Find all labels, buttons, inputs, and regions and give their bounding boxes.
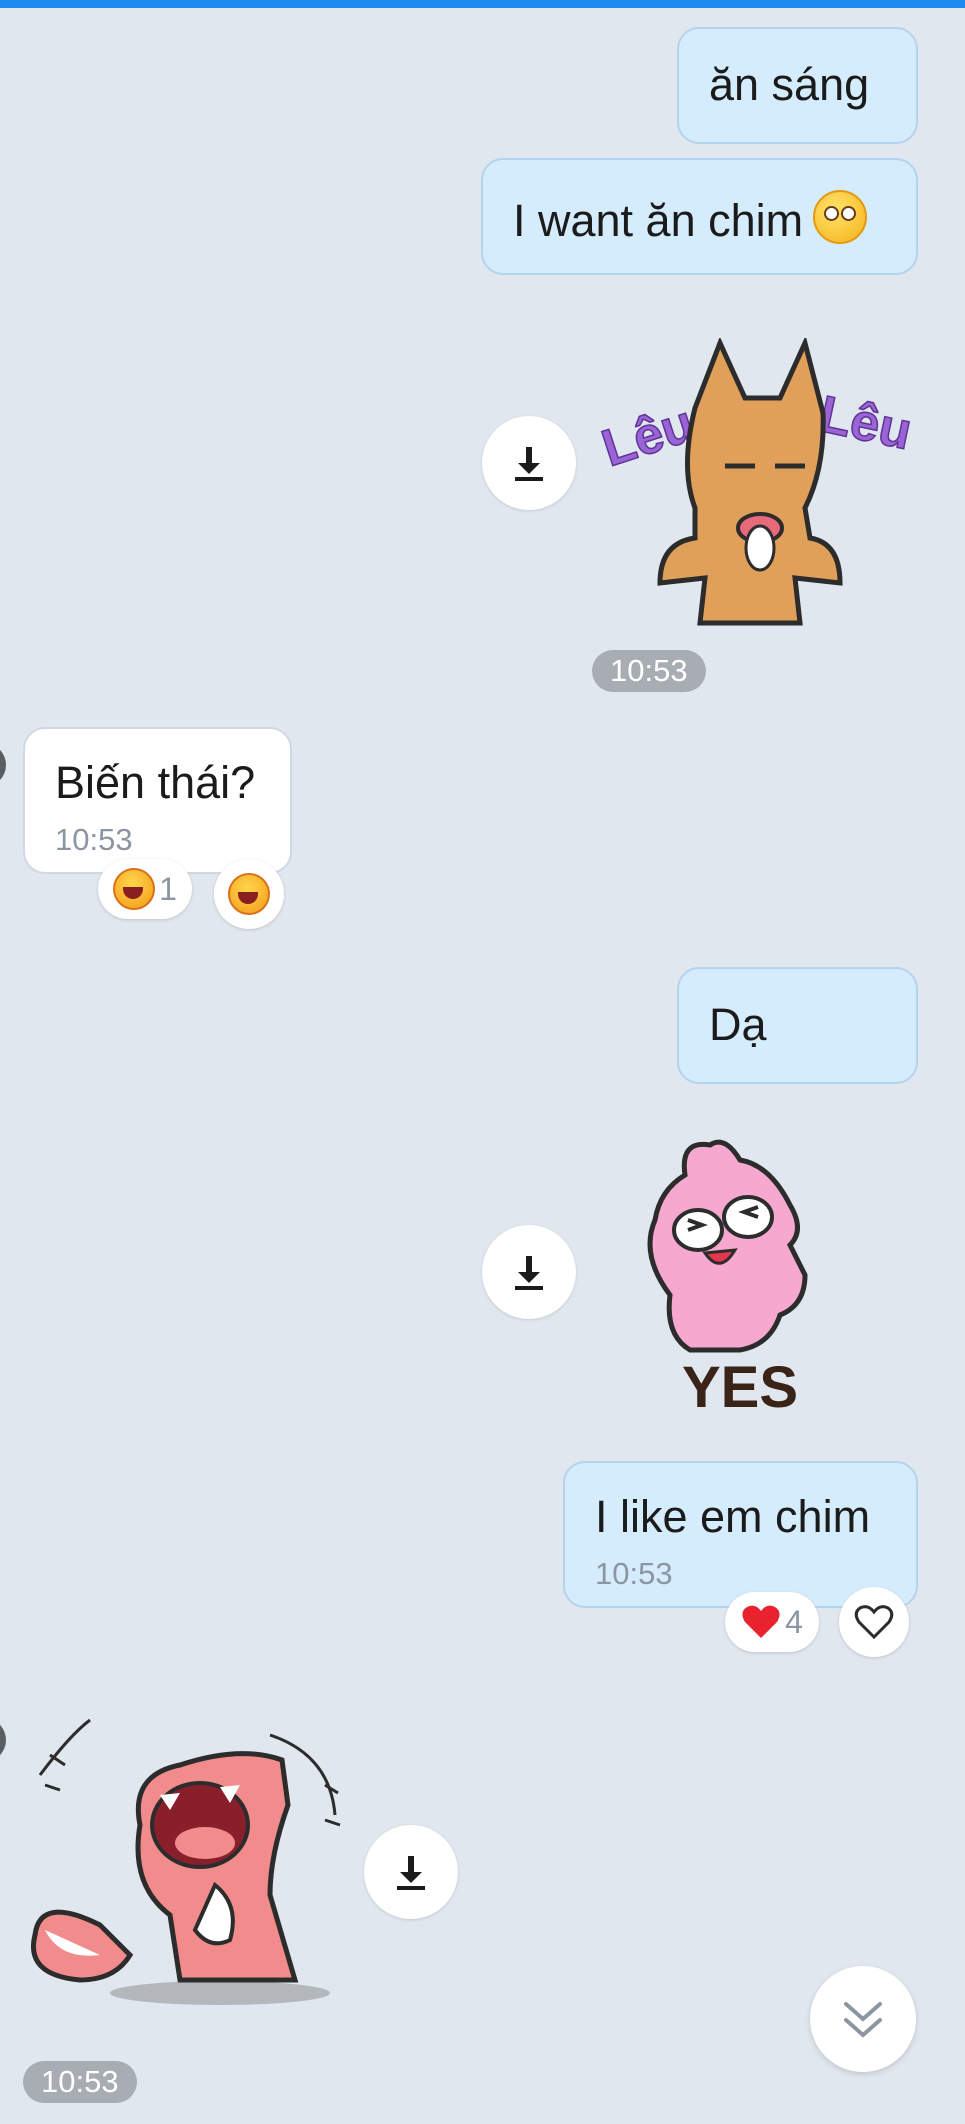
message-text: I want ăn chim — [513, 195, 804, 246]
download-icon — [515, 447, 543, 481]
sticker-caption: YES — [682, 1355, 798, 1415]
message-bubble-outgoing[interactable]: I like em chim 10:53 — [563, 1461, 918, 1608]
laugh-emoji-icon — [113, 868, 156, 910]
heart-icon — [742, 1605, 780, 1638]
message-text: Dạ — [709, 999, 767, 1050]
reaction-summary[interactable]: 1 — [98, 859, 192, 919]
download-icon — [515, 1256, 543, 1290]
message-text: ăn sáng — [709, 59, 870, 110]
chevron-double-down-icon — [844, 2002, 882, 2038]
add-reaction-button[interactable] — [839, 1587, 909, 1657]
reaction-summary[interactable]: 4 — [725, 1592, 819, 1652]
message-text: I like em chim — [595, 1491, 871, 1542]
message-time: 10:53 — [55, 822, 133, 857]
message-text: Biến thái? — [55, 757, 256, 808]
heart-outline-icon — [854, 1605, 894, 1640]
scroll-to-bottom-button[interactable] — [810, 1966, 916, 2072]
time-pill: 10:53 — [592, 650, 706, 692]
rolling-eyes-emoji-icon — [813, 190, 868, 244]
message-bubble-outgoing[interactable]: I want ăn chim — [481, 158, 918, 275]
download-button[interactable] — [364, 1825, 458, 1919]
avatar[interactable] — [0, 1718, 6, 1762]
sticker-fox-leu-leu[interactable]: Lêu Lêu — [595, 338, 920, 628]
message-time: 10:53 — [595, 1556, 673, 1591]
reaction-count: 1 — [159, 870, 177, 907]
reaction-count: 4 — [785, 1603, 803, 1640]
time-pill: 10:53 — [23, 2061, 137, 2103]
avatar[interactable] — [0, 743, 6, 787]
message-bubble-outgoing[interactable]: ăn sáng — [677, 27, 918, 144]
laugh-emoji-icon — [228, 873, 270, 915]
download-button[interactable] — [482, 416, 576, 510]
sticker-bunny-yes[interactable]: YES — [630, 1135, 850, 1415]
download-button[interactable] — [482, 1225, 576, 1319]
sticker-text-right: Lêu — [814, 385, 916, 461]
message-bubble-incoming[interactable]: Biến thái? 10:53 — [23, 727, 292, 874]
download-icon — [397, 1856, 425, 1890]
top-accent-bar — [0, 0, 965, 8]
add-reaction-button[interactable] — [214, 859, 284, 929]
sticker-fox-laughing[interactable] — [20, 1715, 350, 2015]
message-bubble-outgoing[interactable]: Dạ — [677, 967, 918, 1084]
